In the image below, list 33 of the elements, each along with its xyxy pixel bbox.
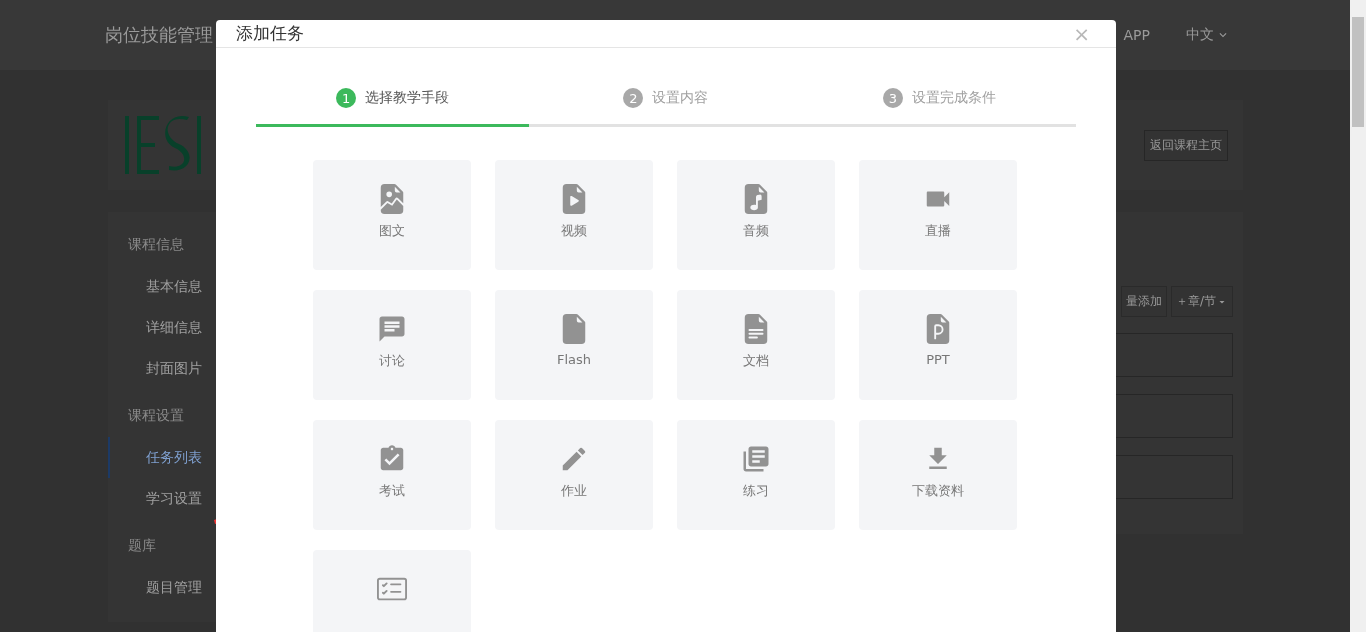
task-type-card[interactable] xyxy=(313,550,471,632)
chapter-dropdown[interactable]: ＋章/节 xyxy=(1170,286,1233,317)
stacked-documents-icon xyxy=(741,444,771,474)
sidebar-section-title: 题库 xyxy=(127,536,157,555)
task-type-card[interactable]: 考试 xyxy=(313,420,471,530)
task-type-card[interactable]: 直播 xyxy=(859,160,1017,270)
task-type-card[interactable]: 下载资料 xyxy=(859,420,1017,530)
step-tab[interactable]: 3 设置完成条件 xyxy=(802,78,1076,127)
task-type-card[interactable]: 文档 xyxy=(677,290,835,400)
step-number: 3 xyxy=(882,88,903,108)
task-type-card[interactable]: 图文 xyxy=(313,160,471,270)
step-tab[interactable]: 2 设置内容 xyxy=(529,78,803,127)
dialog-title: 添加任务 xyxy=(236,22,304,45)
batch-add-button[interactable]: 量添加 xyxy=(1120,286,1167,317)
chat-bubble-icon xyxy=(377,314,407,344)
task-type-card[interactable]: Flash xyxy=(495,290,653,400)
scrollbar-thumb[interactable] xyxy=(1352,17,1364,127)
step-tab[interactable]: 1 选择教学手段 xyxy=(256,78,530,127)
site-title: 岗位技能管理 xyxy=(105,23,213,47)
task-type-card[interactable]: 作业 xyxy=(495,420,653,530)
scrollbar[interactable] xyxy=(1350,0,1366,632)
language-dropdown[interactable]: 中文 xyxy=(1186,26,1230,44)
step-number: 1 xyxy=(336,88,357,108)
sidebar-section-title: 课程设置 xyxy=(127,406,185,425)
back-to-course-button[interactable]: 返回课程主页 xyxy=(1144,129,1228,161)
task-type-card[interactable]: PPT xyxy=(859,290,1017,400)
sidebar-section-title: 课程信息 xyxy=(127,235,185,254)
step-number: 2 xyxy=(623,88,644,108)
task-type-card[interactable]: 音频 xyxy=(677,160,835,270)
nav-link[interactable]: APP xyxy=(1123,27,1150,43)
task-type-card[interactable]: 讨论 xyxy=(313,290,471,400)
task-type-card[interactable]: 练习 xyxy=(677,420,835,530)
task-type-card[interactable]: 视频 xyxy=(495,160,653,270)
